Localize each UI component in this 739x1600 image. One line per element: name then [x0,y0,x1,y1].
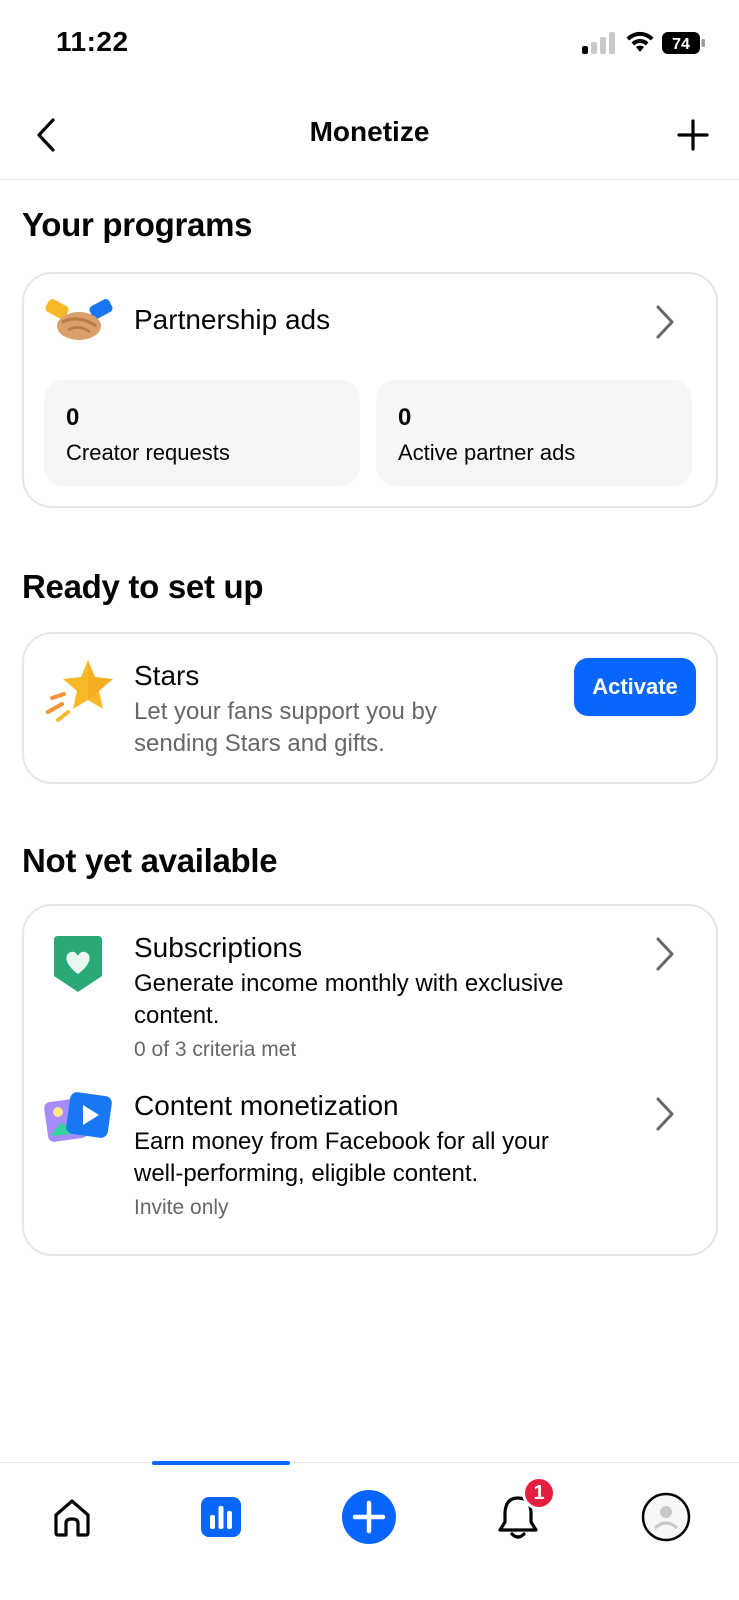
handshake-icon [45,299,113,340]
chevron-right-icon [656,937,674,971]
top-header: Monetize [0,90,739,180]
status-time: 11:22 [56,26,129,57]
add-button[interactable] [671,112,715,158]
nav-profile[interactable] [636,1487,696,1547]
nav-insights[interactable] [191,1487,251,1547]
subscriptions-desc-line2: content. [134,1002,220,1029]
battery-level: 74 [672,36,690,53]
media-icon [44,1092,112,1142]
content-monetization-status: Invite only [134,1196,229,1219]
section-title-ready: Ready to set up [22,568,264,605]
star-icon [46,660,113,722]
create-icon [342,1490,396,1544]
home-icon [54,1499,90,1537]
partnership-ads-row[interactable]: Partnership ads [24,274,716,370]
stat-label: Active partner ads [398,440,576,465]
chevron-right-icon [656,1097,674,1131]
wifi-icon [626,31,654,52]
activate-button[interactable]: Activate [574,658,696,716]
page-title: Monetize [309,116,430,147]
stat-value: 0 [398,404,412,431]
partnership-ads-label: Partnership ads [134,304,331,335]
creator-requests-stat[interactable]: 0 Creator requests [44,380,360,486]
insights-icon [201,1497,241,1537]
nav-create[interactable] [339,1487,399,1547]
content-monetization-row[interactable]: Content monetization Earn money from Fac… [24,1072,716,1252]
content-monetization-desc-line1: Earn money from Facebook for all your [134,1128,549,1155]
stat-value: 0 [66,404,80,431]
not-available-card: Subscriptions Generate income monthly wi… [22,904,718,1256]
notification-badge: 1 [522,1476,556,1510]
stars-title: Stars [134,660,200,691]
stars-description-line2: sending Stars and gifts. [134,730,385,757]
content-monetization-desc-line2: well-performing, eligible content. [134,1160,479,1187]
content-monetization-title: Content monetization [134,1090,399,1121]
nav-home[interactable] [42,1487,102,1547]
battery-icon: 74 [662,32,705,54]
subscriptions-criteria: 0 of 3 criteria met [134,1038,297,1061]
active-partner-ads-stat[interactable]: 0 Active partner ads [376,380,692,486]
subscriptions-row[interactable]: Subscriptions Generate income monthly wi… [24,906,716,1072]
stars-card[interactable]: Stars Let your fans support you by sendi… [22,632,718,784]
heart-badge-icon [54,936,102,992]
section-title-your-programs: Your programs [22,206,253,243]
stars-description-line1: Let your fans support you by [134,698,437,725]
partnership-ads-card: Partnership ads 0 Creator requests 0 Act… [22,272,718,508]
profile-icon [641,1492,691,1542]
stat-label: Creator requests [66,440,230,465]
chevron-right-icon [656,305,674,339]
plus-icon [677,119,709,151]
status-bar: 11:22 74 [0,0,739,90]
section-title-not-available: Not yet available [22,842,278,879]
subscriptions-desc-line1: Generate income monthly with exclusive [134,970,564,997]
active-tab-indicator [152,1461,290,1465]
subscriptions-title: Subscriptions [134,932,303,963]
signal-icon [582,32,618,54]
bottom-navigation: 1 [0,1461,739,1600]
